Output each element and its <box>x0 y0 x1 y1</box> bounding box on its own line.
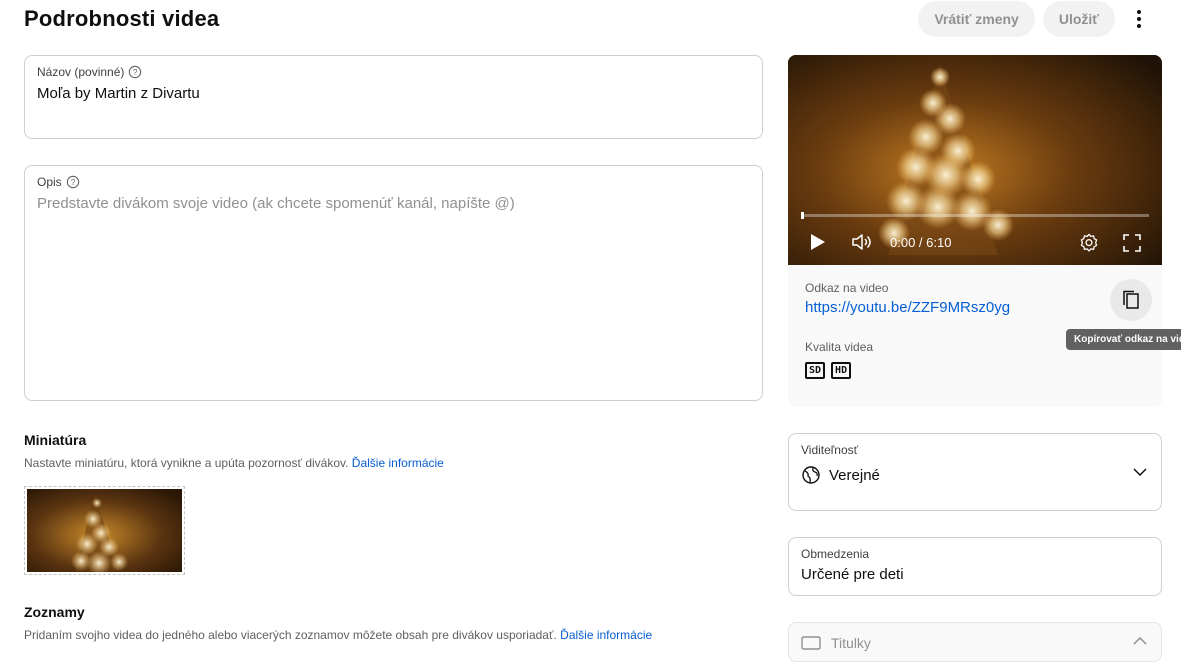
svg-text:?: ? <box>133 68 138 77</box>
description-field-label: Opis ? <box>37 175 750 189</box>
video-progress-handle[interactable] <box>801 212 804 219</box>
restrictions-field[interactable]: Obmedzenia Určené pre deti <box>788 537 1162 596</box>
more-options-icon[interactable] <box>1123 1 1155 37</box>
sd-badge: SD <box>805 362 826 379</box>
video-link[interactable]: https://youtu.be/ZZF9MRsz0yg <box>805 299 1145 316</box>
undo-changes-button[interactable]: Vrátiť zmeny <box>918 1 1035 37</box>
video-player[interactable]: 0:00 / 6:10 <box>788 55 1162 265</box>
top-actions: Vrátiť zmeny Uložiť <box>918 1 1155 37</box>
playlists-learn-more-link[interactable]: Ďalšie informácie <box>560 628 652 642</box>
chevron-down-icon <box>1133 468 1147 476</box>
thumbnail-description-text: Nastavte miniatúru, ktorá vynikne a upút… <box>24 456 349 470</box>
restrictions-label: Obmedzenia <box>801 547 870 561</box>
chevron-up-icon <box>1133 637 1147 645</box>
title-input[interactable]: Moľa by Martin z Divartu <box>37 85 750 102</box>
title-field[interactable]: Názov (povinné) ? Moľa by Martin z Divar… <box>24 55 763 139</box>
subtitles-icon <box>801 636 821 650</box>
visibility-value-row: Verejné <box>801 465 1149 485</box>
description-label-text: Opis <box>37 175 62 189</box>
play-icon[interactable] <box>810 233 826 251</box>
visibility-value: Verejné <box>829 466 880 484</box>
playlists-section-title: Zoznamy <box>24 604 85 620</box>
visibility-label: Viditeľnosť <box>801 443 859 457</box>
page-title: Podrobnosti videa <box>24 6 220 31</box>
playlists-section-description: Pridaním svojho videa do jedného alebo v… <box>24 628 652 642</box>
video-quality-badges: SD HD <box>805 362 1145 379</box>
fullscreen-icon[interactable] <box>1122 233 1142 253</box>
playlists-description-text: Pridaním svojho videa do jedného alebo v… <box>24 628 557 642</box>
thumbnail-option[interactable] <box>24 486 185 575</box>
title-label-text: Názov (povinné) <box>37 65 125 79</box>
svg-text:?: ? <box>71 178 76 187</box>
description-input[interactable]: Predstavte divákom svoje video (ak chcet… <box>37 195 750 212</box>
subtitles-label: Titulky <box>831 635 871 651</box>
video-link-label: Odkaz na video <box>805 281 889 295</box>
video-time: 0:00 / 6:10 <box>890 235 952 250</box>
video-preview-card: 0:00 / 6:10 Odkaz na video https://youtu… <box>788 55 1162 407</box>
restrictions-value: Určené pre deti <box>801 566 904 583</box>
thumbnail-section-description: Nastavte miniatúru, ktorá vynikne a upút… <box>24 456 444 470</box>
video-controls: 0:00 / 6:10 <box>788 227 1162 259</box>
title-field-label: Názov (povinné) ? <box>37 65 750 79</box>
subtitles-field[interactable]: Titulky <box>788 622 1162 662</box>
description-field[interactable]: Opis ? Predstavte divákom svoje video (a… <box>24 165 763 401</box>
help-icon[interactable]: ? <box>66 175 80 189</box>
hd-badge: HD <box>831 362 852 379</box>
video-progress-bar[interactable] <box>801 214 1149 217</box>
globe-icon <box>802 466 820 484</box>
settings-gear-icon[interactable] <box>1078 232 1100 254</box>
copy-icon <box>1123 290 1139 309</box>
visibility-dropdown[interactable]: Viditeľnosť Verejné <box>788 433 1162 511</box>
volume-icon[interactable] <box>851 232 875 252</box>
thumbnail-image <box>27 489 182 575</box>
help-icon[interactable]: ? <box>128 65 142 79</box>
copy-link-button[interactable] <box>1110 279 1152 321</box>
copy-link-tooltip: Kopírovať odkaz na video <box>1066 329 1181 350</box>
subtitles-row: Titulky <box>801 635 1149 651</box>
thumbnail-section-title: Miniatúra <box>24 432 87 448</box>
thumbnail-learn-more-link[interactable]: Ďalšie informácie <box>352 456 444 470</box>
save-button[interactable]: Uložiť <box>1042 1 1115 37</box>
